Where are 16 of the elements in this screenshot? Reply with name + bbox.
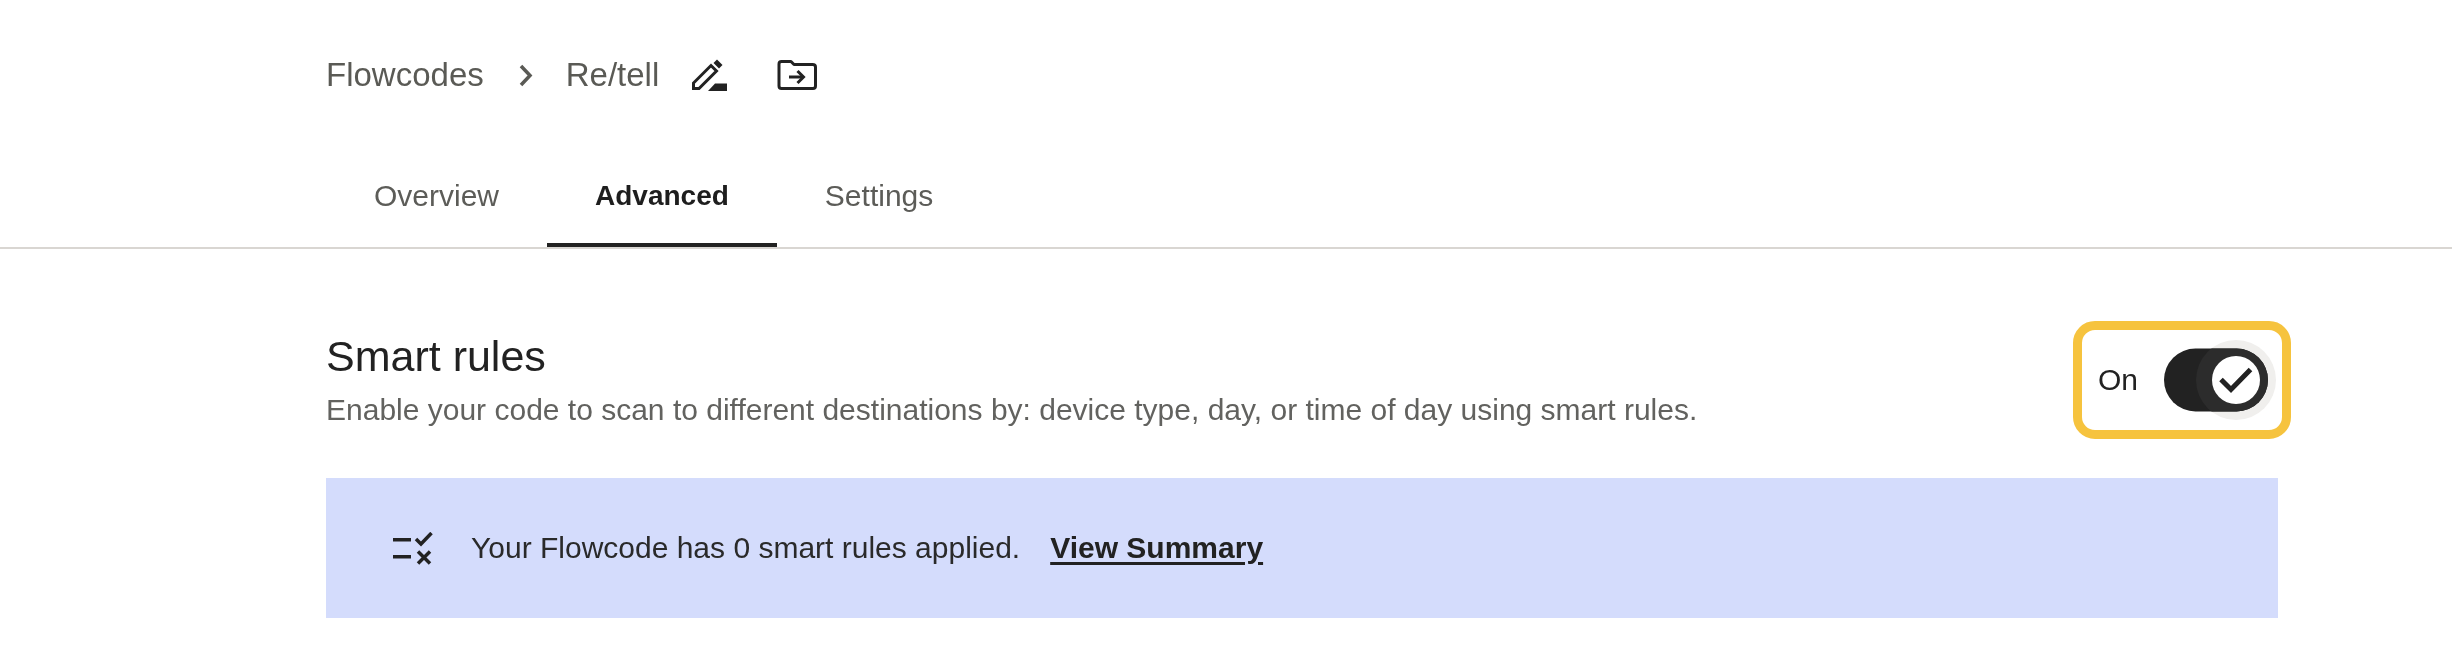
tab[interactable]: Advanced bbox=[547, 160, 777, 247]
tab[interactable]: Overview bbox=[326, 160, 548, 247]
banner-message: Your Flowcode has 0 smart rules applied. bbox=[471, 530, 1021, 566]
pencil-icon[interactable] bbox=[691, 59, 728, 91]
section-description: Enable your code to scan to different destinations by: device type, day, or time of day using smart rules. bbox=[326, 392, 1698, 428]
toggle-label: On bbox=[2097, 362, 2138, 398]
toggle-switch[interactable] bbox=[2164, 340, 2276, 420]
page-title: Re/tell bbox=[565, 55, 660, 95]
check-icon bbox=[2219, 367, 2253, 394]
folder-arrow-icon[interactable] bbox=[777, 60, 818, 90]
tab[interactable]: Settings bbox=[776, 160, 982, 247]
check-cross-list-icon bbox=[393, 531, 434, 565]
breadcrumb-link[interactable]: Flowcodes bbox=[326, 55, 484, 95]
chevron-icon bbox=[517, 63, 533, 87]
view-summary-link[interactable]: View Summary bbox=[1050, 530, 1264, 566]
section-title: Smart rules bbox=[326, 332, 547, 380]
